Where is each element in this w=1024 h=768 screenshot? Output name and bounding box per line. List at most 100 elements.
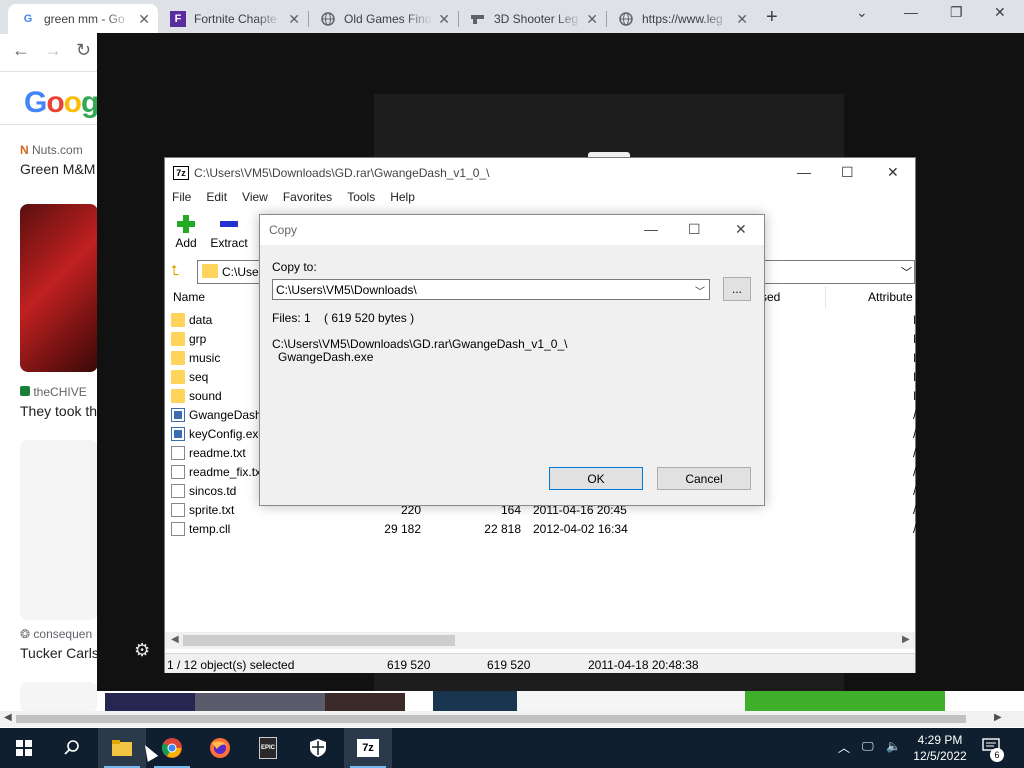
scroll-right-icon[interactable]: ▶	[902, 634, 910, 645]
reload-icon[interactable]: ↻	[76, 40, 91, 61]
thumbnail[interactable]	[325, 693, 405, 711]
menu-help[interactable]: Help	[383, 188, 423, 208]
news-thumbnail[interactable]	[20, 204, 98, 372]
taskbar-security[interactable]	[294, 728, 342, 768]
menu-tools[interactable]: Tools	[340, 188, 383, 208]
news-source: ❂ consequen	[20, 627, 93, 641]
google-logo[interactable]: Goog	[24, 86, 99, 120]
thumbnail[interactable]	[195, 693, 325, 711]
extract-button[interactable]: Extract	[209, 214, 249, 250]
minimize-icon[interactable]: —	[904, 4, 918, 20]
scrollbar-thumb[interactable]	[16, 715, 966, 723]
news-thumbnail[interactable]	[20, 440, 98, 620]
tab-search-icon[interactable]: ⌄	[856, 4, 868, 21]
notification-count: 6	[990, 748, 1004, 762]
file-attributes: /	[913, 407, 917, 422]
thumbnail[interactable]	[105, 693, 195, 711]
close-icon[interactable]: ✕	[887, 164, 899, 181]
menu-file[interactable]: File	[165, 188, 199, 208]
menu-bar: File Edit View Favorites Tools Help	[165, 188, 423, 208]
close-icon[interactable]: ✕	[438, 11, 450, 28]
tab-fortnite[interactable]: F Fortnite Chapte ✕	[158, 4, 308, 34]
thumbnail[interactable]	[517, 691, 747, 711]
file-list-scrollbar[interactable]: ◀ ▶	[165, 632, 915, 649]
chevron-down-icon[interactable]: ﹀	[901, 264, 912, 280]
scroll-left-icon[interactable]: ◀	[171, 634, 179, 645]
news-title[interactable]: They took th	[20, 403, 97, 419]
cancel-button[interactable]: Cancel	[657, 467, 751, 490]
add-button[interactable]: Add	[173, 214, 199, 250]
network-icon[interactable]: 🖵	[862, 739, 874, 754]
globe-icon	[618, 11, 634, 27]
start-button[interactable]	[0, 728, 48, 768]
notification-button[interactable]: 6	[982, 738, 1004, 762]
taskbar-chrome[interactable]	[148, 728, 196, 768]
tab-3d-shooter[interactable]: 3D Shooter Leg ✕	[458, 4, 606, 34]
news-thumbnail[interactable]	[20, 682, 98, 712]
scrollbar-thumb[interactable]	[183, 635, 455, 646]
maximize-icon[interactable]: ☐	[841, 164, 854, 181]
taskbar-7zip[interactable]: 7z	[344, 728, 392, 768]
scroll-right-icon[interactable]: ▶	[994, 712, 1002, 723]
add-label: Add	[175, 236, 197, 250]
column-attributes[interactable]: Attribute	[868, 286, 913, 308]
thumbnail[interactable]	[745, 691, 945, 711]
copy-dialog: Copy — ☐ ✕ Copy to: C:\Users\VM5\Downloa…	[259, 214, 765, 506]
news-title[interactable]: Green M&M	[20, 161, 95, 177]
dialog-titlebar[interactable]: Copy — ☐ ✕	[260, 215, 764, 245]
gear-icon[interactable]: ⚙	[134, 640, 150, 661]
dialog-title: Copy	[269, 223, 298, 237]
tab-legacy-url[interactable]: https://www.leg ✕	[606, 4, 756, 34]
close-icon[interactable]: ✕	[736, 11, 748, 28]
folder-icon	[171, 331, 185, 346]
file-row[interactable]: temp.cll 29 182 22 818 2012-04-02 16:34 /	[171, 519, 916, 538]
menu-edit[interactable]: Edit	[199, 188, 235, 208]
file-name: temp.cll	[189, 521, 231, 536]
close-icon[interactable]: ✕	[735, 221, 747, 238]
7zip-icon: 7z	[357, 739, 379, 757]
restore-icon[interactable]: ❐	[950, 4, 963, 21]
minimize-icon[interactable]: —	[797, 164, 811, 180]
browse-button[interactable]: ...	[723, 277, 751, 301]
taskbar-firefox[interactable]	[196, 728, 244, 768]
file-attributes: I	[913, 350, 917, 365]
shield-icon	[310, 739, 326, 757]
ok-button[interactable]: OK	[549, 467, 643, 490]
text-file-icon	[171, 464, 185, 479]
file-name: readme_fix.txt	[189, 464, 265, 479]
close-icon[interactable]: ✕	[586, 11, 598, 28]
chevron-down-icon[interactable]: ﹀	[695, 283, 705, 298]
folder-up-icon[interactable]: ⮤	[171, 262, 187, 278]
chrome-icon	[162, 738, 182, 758]
tab-old-games[interactable]: Old Games Find ✕	[308, 4, 458, 34]
thumbnail-strip	[97, 691, 1024, 711]
destination-path-combo[interactable]: C:\Users\VM5\Downloads\ ﹀	[272, 279, 710, 300]
minimize-icon[interactable]: —	[644, 221, 658, 237]
close-window-icon[interactable]: ✕	[994, 4, 1006, 21]
folder-icon	[171, 312, 185, 327]
chevron-up-icon[interactable]: ︿	[838, 739, 850, 756]
exe-file-icon	[171, 426, 185, 441]
file-attributes: I	[913, 331, 917, 346]
close-icon[interactable]: ✕	[288, 11, 300, 28]
column-name[interactable]: Name	[173, 286, 205, 308]
search-button[interactable]	[48, 728, 96, 768]
tab-green-mm[interactable]: G green mm - Go ✕	[8, 4, 158, 34]
news-title[interactable]: Tucker Carls	[20, 645, 99, 661]
gun-icon	[470, 11, 486, 27]
maximize-icon[interactable]: ☐	[688, 221, 701, 238]
volume-icon[interactable]: 🔈	[886, 739, 901, 753]
status-bar: 1 / 12 object(s) selected 619 520 619 52…	[165, 653, 915, 673]
forward-icon[interactable]: →	[44, 40, 62, 61]
taskbar-clock[interactable]: 4:29 PM 12/5/2022	[912, 732, 968, 764]
back-icon[interactable]: ←	[12, 40, 30, 61]
new-tab-button[interactable]: +	[766, 6, 778, 29]
tab-label: Fortnite Chapte	[194, 12, 277, 26]
taskbar-epic-games[interactable]: EPIC	[244, 728, 292, 768]
close-icon[interactable]: ✕	[138, 11, 150, 28]
menu-favorites[interactable]: Favorites	[276, 188, 340, 208]
scroll-left-icon[interactable]: ◀	[4, 712, 12, 723]
page-horizontal-scrollbar[interactable]: ◀ ▶	[0, 711, 1024, 727]
menu-view[interactable]: View	[235, 188, 276, 208]
file-name: grp	[189, 331, 207, 346]
